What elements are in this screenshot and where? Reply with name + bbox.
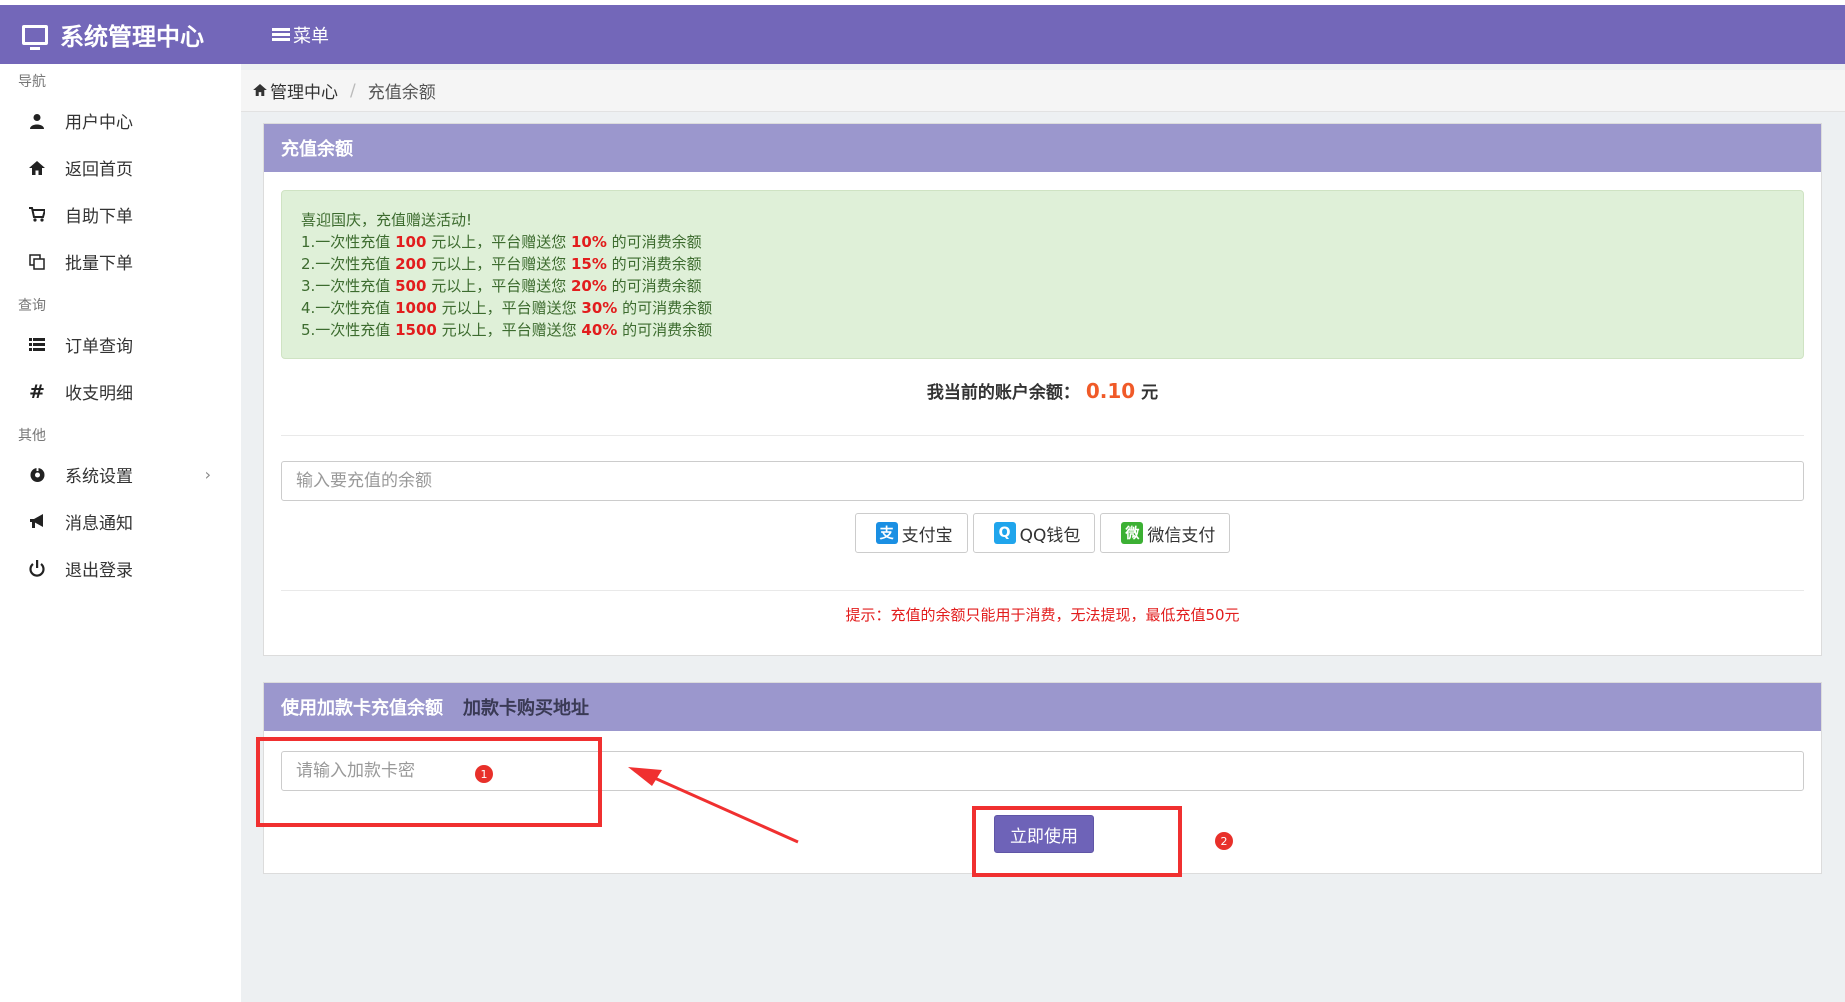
recharge-panel: 充值余额 喜迎国庆，充值赠送活动! 1.一次性充值 100 元以上，平台赠送您 … — [263, 123, 1822, 656]
promo-line: 3.一次性充值 500 元以上，平台赠送您 20% 的可消费余额 — [301, 277, 702, 295]
sidebar-item-self-order[interactable]: 自助下单 — [0, 191, 241, 238]
account-balance: 我当前的账户余额： 0.10 元 — [264, 378, 1821, 403]
wechat-pay-icon: 微 — [1121, 522, 1144, 544]
sidebar-item-notifications[interactable]: 消息通知 — [0, 498, 241, 545]
menu-label: 菜单 — [293, 25, 329, 47]
list-icon — [26, 334, 48, 356]
sidebar-item-batch-order[interactable]: 批量下单 — [0, 238, 241, 285]
pay-method-label: QQ钱包 — [1019, 525, 1081, 546]
annotation-badge-2: 2 — [1215, 832, 1233, 850]
sidebar-item-label: 自助下单 — [65, 207, 133, 227]
pay-method-label: 支付宝 — [901, 525, 953, 546]
promo-line: 5.一次性充值 1500 元以上，平台赠送您 40% 的可消费余额 — [301, 321, 713, 339]
app-title: 系统管理中心 — [60, 23, 204, 51]
sidebar: 导航 用户中心 返回首页 自助下单 批量下单 查询 订单查询 # 收支明细 其他… — [0, 64, 241, 1002]
recharge-panel-title: 充值余额 — [281, 139, 353, 160]
user-icon — [26, 110, 48, 132]
annotation-badge-1: 1 — [475, 765, 493, 783]
sidebar-item-label: 用户中心 — [65, 113, 133, 133]
cart-icon — [26, 204, 48, 226]
promo-line: 2.一次性充值 200 元以上，平台赠送您 15% 的可消费余额 — [301, 255, 702, 273]
sidebar-item-user-center[interactable]: 用户中心 — [0, 97, 241, 144]
annotation-box-1 — [256, 737, 602, 827]
home-icon — [253, 82, 267, 100]
menu-icon — [272, 26, 290, 43]
promo-line: 1.一次性充值 100 元以上，平台赠送您 10% 的可消费余额 — [301, 233, 702, 251]
balance-unit: 元 — [1141, 383, 1159, 403]
brand[interactable]: 系统管理中心 — [22, 5, 204, 64]
card-buy-link[interactable]: 加款卡购买地址 — [463, 694, 589, 720]
promo-title: 喜迎国庆，充值赠送活动! — [301, 211, 473, 229]
sidebar-item-settings[interactable]: 系统设置 › — [0, 451, 241, 498]
wechat-pay-button[interactable]: 微 微信支付 — [1100, 513, 1231, 553]
top-navbar: 系统管理中心 菜单 — [0, 5, 1845, 64]
settings-icon — [26, 464, 48, 486]
divider — [281, 590, 1804, 591]
promo-notice: 喜迎国庆，充值赠送活动! 1.一次性充值 100 元以上，平台赠送您 10% 的… — [281, 190, 1804, 359]
sidebar-item-order-query[interactable]: 订单查询 — [0, 321, 241, 368]
recharge-panel-header: 充值余额 — [264, 124, 1821, 172]
copy-icon — [26, 251, 48, 273]
sidebar-group-nav: 导航 — [18, 74, 46, 90]
sidebar-item-label: 系统设置 — [65, 467, 133, 487]
promo-line: 4.一次性充值 1000 元以上，平台赠送您 30% 的可消费余额 — [301, 299, 713, 317]
pay-method-label: 微信支付 — [1147, 525, 1216, 546]
qq-wallet-button[interactable]: Q QQ钱包 — [972, 513, 1096, 553]
breadcrumb-current: 充值余额 — [367, 83, 436, 103]
hash-icon: # — [29, 380, 45, 403]
qq-wallet-icon: Q — [993, 522, 1016, 544]
menu-toggle-button[interactable]: 菜单 — [272, 5, 329, 64]
alipay-icon: 支 — [875, 522, 898, 544]
sidebar-item-label: 收支明细 — [65, 384, 133, 404]
chevron-right-icon: › — [204, 465, 211, 484]
sidebar-item-label: 退出登录 — [65, 561, 133, 581]
payment-methods: 支 支付宝 Q QQ钱包 微 微信支付 — [264, 513, 1821, 553]
sidebar-item-home[interactable]: 返回首页 — [0, 144, 241, 191]
sidebar-item-label: 订单查询 — [65, 337, 133, 357]
sidebar-item-label: 返回首页 — [65, 160, 133, 180]
balance-label: 我当前的账户余额： — [926, 383, 1080, 403]
annotation-box-2 — [972, 806, 1182, 877]
sidebar-item-label: 批量下单 — [65, 254, 133, 274]
recharge-amount-input[interactable] — [281, 461, 1804, 501]
bullhorn-icon — [26, 511, 48, 533]
alipay-button[interactable]: 支 支付宝 — [854, 513, 968, 553]
sidebar-group-other: 其他 — [18, 428, 46, 444]
card-panel-title: 使用加款卡充值余额 — [281, 698, 443, 719]
breadcrumb: 管理中心 / 充值余额 — [241, 70, 1845, 112]
home-icon — [26, 157, 48, 179]
balance-value: 0.10 — [1085, 379, 1136, 403]
breadcrumb-home-link[interactable]: 管理中心 — [270, 78, 338, 103]
recharge-tip: 提示：充值的余额只能用于消费，无法提现，最低充值50元 — [845, 606, 1240, 624]
sidebar-item-label: 消息通知 — [65, 514, 133, 534]
sidebar-item-logout[interactable]: 退出登录 — [0, 545, 241, 592]
divider — [281, 435, 1804, 436]
breadcrumb-separator: / — [350, 80, 356, 101]
monitor-icon — [22, 24, 48, 50]
sidebar-group-query: 查询 — [18, 298, 46, 314]
power-icon — [26, 558, 48, 580]
card-panel-header: 使用加款卡充值余额 加款卡购买地址 — [264, 683, 1821, 731]
sidebar-item-income-detail[interactable]: # 收支明细 — [0, 368, 241, 415]
